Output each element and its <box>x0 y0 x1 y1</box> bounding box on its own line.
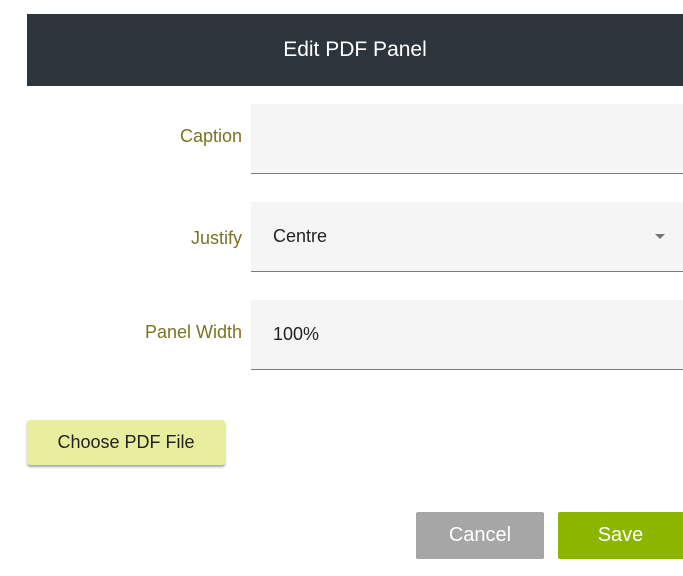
cancel-button[interactable]: Cancel <box>416 512 544 559</box>
justify-label: Justify <box>190 228 242 248</box>
caption-label: Caption <box>179 126 242 146</box>
panel-width-input[interactable] <box>251 300 683 370</box>
chevron-down-icon[interactable] <box>655 233 665 239</box>
save-button[interactable]: Save <box>558 512 683 559</box>
panel-width-label: Panel Width <box>144 322 242 342</box>
justify-select[interactable]: Centre <box>251 202 683 272</box>
justify-selected-value: Centre <box>273 226 328 246</box>
caption-input[interactable] <box>251 104 683 174</box>
dialog-header: Edit PDF Panel <box>27 14 683 86</box>
choose-pdf-file-button[interactable]: Choose PDF File <box>27 420 225 465</box>
dialog-title: Edit PDF Panel <box>283 38 427 61</box>
